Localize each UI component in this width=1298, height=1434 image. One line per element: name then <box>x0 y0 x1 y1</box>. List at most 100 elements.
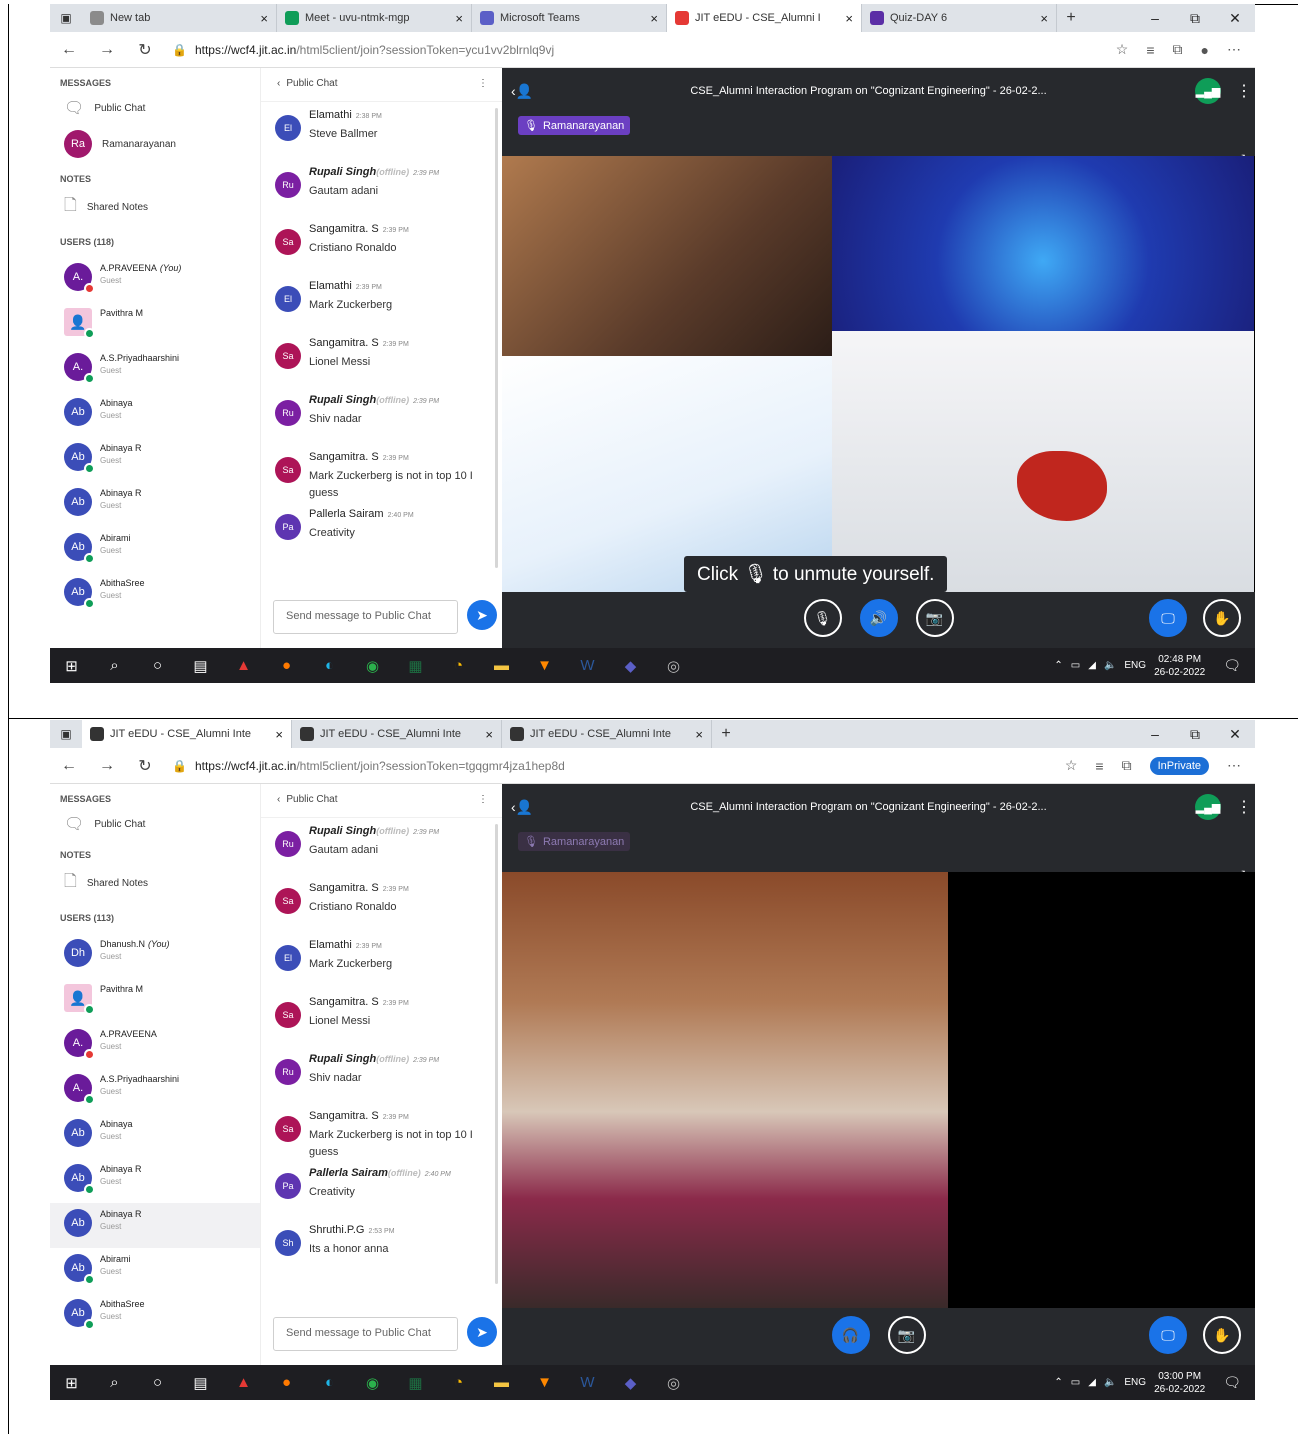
close-tab-icon[interactable]: × <box>695 727 703 742</box>
user-list-item[interactable]: Ab Abinaya R Guest <box>50 482 260 527</box>
teams-icon[interactable]: ◆ <box>609 1374 652 1392</box>
user-list-item[interactable]: Ab Abinaya R Guest <box>50 1203 260 1248</box>
user-list-item[interactable]: Ab Abirami Guest <box>50 1248 260 1293</box>
share-webcam-button[interactable]: 📷 <box>915 599 954 637</box>
options-icon[interactable]: ⋮ <box>1233 81 1255 101</box>
browser-tab[interactable]: JIT eEDU - CSE_Alumni Inte × <box>502 720 712 748</box>
excel-icon[interactable]: ▦ <box>394 1374 437 1392</box>
browser-tab[interactable]: JIT eEDU - CSE_Alumni Inte × <box>82 720 292 748</box>
user-list-item[interactable]: A. A.PRAVEENA (You) Guest <box>50 257 260 302</box>
show-hidden-icons-icon[interactable]: ⌃ <box>1054 1377 1062 1388</box>
new-tab-icon[interactable]: + <box>712 725 740 743</box>
cortana-icon[interactable]: ○ <box>136 1374 179 1391</box>
send-button[interactable]: ➤ <box>467 600 497 630</box>
task-view-icon[interactable]: ▤ <box>179 657 222 675</box>
unmute-button[interactable]: 🎙 <box>803 599 842 637</box>
send-button[interactable]: ➤ <box>467 1317 497 1347</box>
options-icon[interactable]: ⋮ <box>1233 797 1255 817</box>
leave-audio-button[interactable]: 🔊 <box>859 599 898 637</box>
public-chat-item[interactable]: 🗨 Public Chat <box>50 92 260 124</box>
close-tab-icon[interactable]: × <box>485 727 493 742</box>
connection-status-button[interactable]: ▂▄▆ <box>1195 794 1221 820</box>
browser-tab[interactable]: JIT eEDU - CSE_Alumni I × <box>667 4 862 32</box>
vlc-icon[interactable]: ▼ <box>523 657 566 674</box>
presentation-button[interactable]: 🖵 <box>1149 1316 1187 1354</box>
shared-notes-item[interactable]: 🗋 Shared Notes <box>50 864 260 903</box>
close-tab-icon[interactable]: × <box>1040 11 1048 26</box>
user-list-item[interactable]: A. A.S.Priyadhaarshini Guest <box>50 347 260 392</box>
input-language[interactable]: ENG <box>1124 660 1146 671</box>
vlc-icon[interactable]: ▼ <box>523 1374 566 1391</box>
edge-icon[interactable]: ◐ <box>308 1374 351 1391</box>
search-icon[interactable]: ⌕ <box>93 657 136 674</box>
restore-icon[interactable]: ⧉ <box>1175 726 1215 743</box>
minimize-icon[interactable]: – <box>1135 10 1175 27</box>
user-list-item[interactable]: 👤 Pavithra M <box>50 302 260 347</box>
user-list-item[interactable]: Ab Abinaya R Guest <box>50 1158 260 1203</box>
raise-hand-button[interactable]: ✋ <box>1203 599 1241 637</box>
user-list-item[interactable]: Ab Abinaya R Guest <box>50 437 260 482</box>
favorite-icon[interactable]: ☆ <box>1116 41 1129 58</box>
battery-icon[interactable]: ▭ <box>1071 660 1080 671</box>
collections-icon[interactable]: ⧉ <box>1173 41 1183 58</box>
chat-options-icon[interactable]: ⋮ <box>478 794 488 805</box>
show-hidden-icons-icon[interactable]: ⌃ <box>1054 660 1062 671</box>
chat-app-icon[interactable]: ◉ <box>351 1374 394 1392</box>
chat-scrollbar[interactable] <box>495 824 498 1284</box>
collections-icon[interactable]: ⧉ <box>1122 757 1132 774</box>
word-icon[interactable]: W <box>566 1374 609 1391</box>
clock[interactable]: 03:00 PM 26-02-2022 <box>1154 1370 1205 1396</box>
user-list-item[interactable]: Ab AbithaSree Guest <box>50 1293 260 1338</box>
cortana-icon[interactable]: ○ <box>136 657 179 674</box>
volume-icon[interactable]: 🔈 <box>1104 1377 1116 1388</box>
chat-input[interactable]: Send message to Public Chat <box>273 600 458 634</box>
close-tab-icon[interactable]: × <box>275 727 283 742</box>
user-list-item[interactable]: 👤 Pavithra M <box>50 978 260 1023</box>
excel-icon[interactable]: ▦ <box>394 657 437 675</box>
chrome-icon[interactable]: ◔ <box>437 1374 480 1391</box>
close-tab-icon[interactable]: × <box>845 11 853 26</box>
user-list-item[interactable]: A. A.PRAVEENA Guest <box>50 1023 260 1068</box>
file-explorer-icon[interactable]: ▬ <box>480 657 523 674</box>
edge-icon[interactable]: ◐ <box>308 657 351 674</box>
browser-tab[interactable]: Microsoft Teams × <box>472 4 667 32</box>
notifications-icon[interactable]: 🗨 <box>1223 1374 1241 1391</box>
more-icon[interactable]: ⋯ <box>1227 41 1241 58</box>
chat-input[interactable]: Send message to Public Chat <box>273 1317 458 1351</box>
favorite-icon[interactable]: ☆ <box>1065 757 1078 774</box>
volume-icon[interactable]: 🔈 <box>1104 660 1116 671</box>
chat-options-icon[interactable]: ⋮ <box>478 78 488 89</box>
browser-tab[interactable]: Meet - uvu-ntmk-mgp × <box>277 4 472 32</box>
task-view-icon[interactable]: ▤ <box>179 1374 222 1392</box>
user-list-item[interactable]: Ab AbithaSree Guest <box>50 572 260 617</box>
inprivate-badge[interactable]: InPrivate <box>1149 756 1209 775</box>
chat-scrollbar[interactable] <box>495 108 498 568</box>
back-icon[interactable]: ← <box>50 757 88 775</box>
public-chat-item[interactable]: 🗨 Public Chat <box>50 808 260 840</box>
close-window-icon[interactable]: ✕ <box>1215 10 1255 27</box>
profile-icon[interactable]: ● <box>1201 42 1209 58</box>
more-icon[interactable]: ⋯ <box>1227 757 1241 774</box>
start-icon[interactable]: ⊞ <box>50 1374 93 1392</box>
word-icon[interactable]: W <box>566 657 609 674</box>
leave-audio-button[interactable]: 🎧 <box>831 1316 870 1354</box>
url-field[interactable]: 🔒 https://wcf4.jit.ac.in/html5client/join… <box>164 759 1065 773</box>
close-tab-icon[interactable]: × <box>455 11 463 26</box>
hide-chat-button[interactable]: ‹ Public Chat <box>277 794 337 805</box>
app-icon[interactable]: ◎ <box>652 1374 695 1392</box>
notifications-icon[interactable]: 🗨 <box>1223 657 1241 674</box>
hide-chat-button[interactable]: ‹ Public Chat <box>277 78 337 89</box>
acrobat-icon[interactable]: ▲ <box>222 657 265 674</box>
battery-icon[interactable]: ▭ <box>1071 1377 1080 1388</box>
forward-icon[interactable]: → <box>88 41 126 59</box>
close-tab-icon[interactable]: × <box>260 11 268 26</box>
tab-actions-icon[interactable]: ▣ <box>50 11 82 25</box>
browser-tab[interactable]: New tab × <box>82 4 277 32</box>
file-explorer-icon[interactable]: ▬ <box>480 1374 523 1391</box>
wifi-icon[interactable]: ◢ <box>1088 660 1096 671</box>
input-language[interactable]: ENG <box>1124 1377 1146 1388</box>
favorites-list-icon[interactable]: ≡ <box>1146 42 1154 58</box>
firefox-icon[interactable]: ● <box>265 657 308 674</box>
refresh-icon[interactable]: ↻ <box>126 40 164 60</box>
minimize-icon[interactable]: – <box>1135 726 1175 743</box>
